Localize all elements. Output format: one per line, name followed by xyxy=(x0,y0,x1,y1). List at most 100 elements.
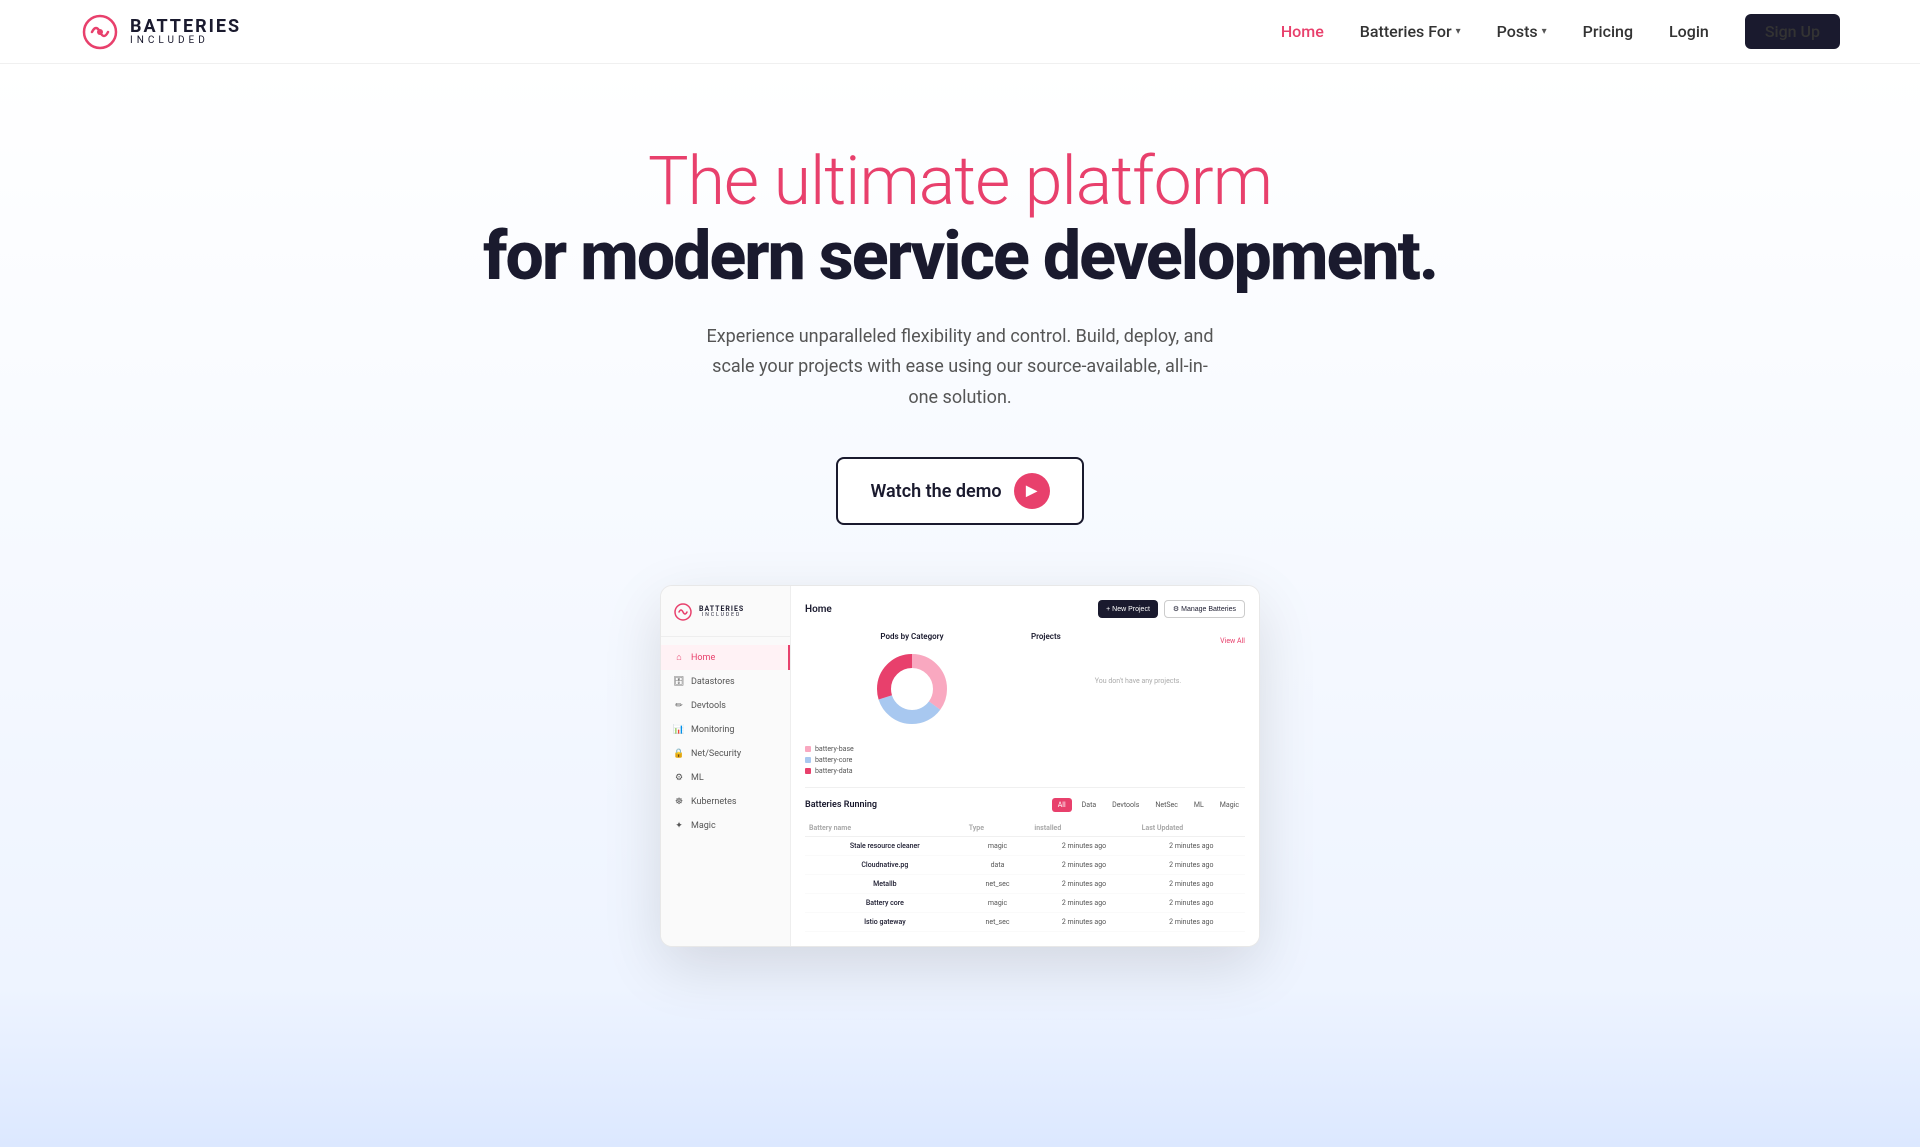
battery-name: Cloudnative.pg xyxy=(805,856,965,875)
logo-batteries: BATTERIES xyxy=(130,18,241,36)
table-row: Metallbnet_sec2 minutes ago2 minutes ago xyxy=(805,875,1245,894)
nav-links: Home Batteries For ▾ Posts ▾ Pricing Log… xyxy=(1281,22,1840,41)
hero-title-black: for modern service development. xyxy=(483,219,1437,294)
nav-dropdown-batteries[interactable]: Batteries For ▾ xyxy=(1360,22,1461,41)
donut-legend: battery-base battery-core battery-data xyxy=(805,745,854,775)
legend-dot-core xyxy=(805,757,811,763)
sidebar-item-kubernetes[interactable]: ☸Kubernetes xyxy=(661,790,790,814)
view-all-link[interactable]: View All xyxy=(1220,637,1245,645)
battery-updated: 2 minutes ago xyxy=(1138,837,1245,856)
battery-tab-netsec[interactable]: NetSec xyxy=(1149,798,1184,812)
sidebar-item-ml[interactable]: ⚙ML xyxy=(661,766,790,790)
dashboard-sidebar: BATTERIES INCLUDED ⌂Home🗄Datastores✏Devt… xyxy=(661,586,791,946)
pods-section: Pods by Category xyxy=(805,632,1019,775)
batteries-table: Battery nameTypeinstalledLast Updated St… xyxy=(805,820,1245,932)
sidebar-icon: 🔒 xyxy=(673,749,685,759)
battery-tab-ml[interactable]: ML xyxy=(1188,798,1210,812)
legend-base: battery-base xyxy=(805,745,854,753)
projects-header: Projects View All xyxy=(1031,632,1245,649)
table-row: Cloudnative.pgdata2 minutes ago2 minutes… xyxy=(805,856,1245,875)
sidebar-icon: ⚙ xyxy=(673,773,685,783)
new-project-button[interactable]: + New Project xyxy=(1098,600,1158,618)
dash-header: Home + New Project ⚙ Manage Batteries xyxy=(805,600,1245,618)
pods-title: Pods by Category xyxy=(880,632,943,641)
battery-updated: 2 minutes ago xyxy=(1138,894,1245,913)
legend-core: battery-core xyxy=(805,756,854,764)
legend-data: battery-data xyxy=(805,767,854,775)
table-row: Istio gatewaynet_sec2 minutes ago2 minut… xyxy=(805,913,1245,932)
battery-type: magic xyxy=(965,894,1031,913)
table-header: Battery nameTypeinstalledLast Updated xyxy=(805,820,1245,837)
batteries-tabs: All DataDevtools NetSec ML Magic xyxy=(1052,798,1245,812)
nav-link-signup[interactable]: Sign Up xyxy=(1745,14,1840,49)
watch-demo-button[interactable]: Watch the demo ▶ xyxy=(836,457,1083,525)
sidebar-item-magic[interactable]: ✦Magic xyxy=(661,814,790,838)
batteries-section: Batteries Running All DataDevtools NetSec M… xyxy=(805,787,1245,932)
projects-title: Projects xyxy=(1031,632,1061,641)
nav-item-posts[interactable]: Posts ▾ xyxy=(1497,22,1547,41)
chevron-down-icon-posts: ▾ xyxy=(1542,26,1547,37)
dash-sidebar-items: ⌂Home🗄Datastores✏Devtools📊Monitoring🔒Net… xyxy=(661,645,790,838)
sidebar-icon: ✏ xyxy=(673,701,685,711)
sidebar-icon: ✦ xyxy=(673,821,685,831)
battery-tab-magic[interactable]: Magic xyxy=(1214,798,1245,812)
dash-logo-text: BATTERIES INCLUDED xyxy=(699,606,744,618)
battery-name: Istio gateway xyxy=(805,913,965,932)
dashboard-main: Home + New Project ⚙ Manage Batteries Po… xyxy=(791,586,1259,946)
table-header-battery-name: Battery name xyxy=(805,820,965,837)
logo-included: INCLUDED xyxy=(130,36,241,46)
battery-type: net_sec xyxy=(965,875,1031,894)
dash-home-title: Home xyxy=(805,604,832,615)
battery-installed: 2 minutes ago xyxy=(1030,875,1137,894)
table-header-installed: installed xyxy=(1030,820,1137,837)
hero-section: The ultimate platform for modern service… xyxy=(0,64,1920,987)
sidebar-item-home[interactable]: ⌂Home xyxy=(661,645,790,670)
table-body: Stale resource cleanermagic2 minutes ago… xyxy=(805,837,1245,932)
sidebar-icon: 📊 xyxy=(673,725,685,735)
nav-item-signup[interactable]: Sign Up xyxy=(1745,22,1840,41)
battery-type: magic xyxy=(965,837,1031,856)
nav-item-batteries-for[interactable]: Batteries For ▾ xyxy=(1360,22,1461,41)
battery-tab-data[interactable]: Data xyxy=(1076,798,1103,812)
dash-logo-icon xyxy=(673,602,693,622)
no-projects-msg: You don't have any projects. xyxy=(1031,657,1245,705)
dash-two-col: Pods by Category xyxy=(805,632,1245,775)
logo[interactable]: BATTERIES INCLUDED xyxy=(80,12,241,52)
battery-updated: 2 minutes ago xyxy=(1138,856,1245,875)
nav-link-login[interactable]: Login xyxy=(1669,22,1709,41)
battery-installed: 2 minutes ago xyxy=(1030,837,1137,856)
batteries-header: Batteries Running All DataDevtools NetSec M… xyxy=(805,798,1245,812)
table-header-type: Type xyxy=(965,820,1031,837)
table-header-last-updated: Last Updated xyxy=(1138,820,1245,837)
cta-label: Watch the demo xyxy=(870,481,1001,502)
legend-dot-base xyxy=(805,746,811,752)
chevron-down-icon: ▾ xyxy=(1456,26,1461,37)
sidebar-item-net-security[interactable]: 🔒Net/Security xyxy=(661,742,790,766)
donut-chart xyxy=(872,649,952,733)
battery-tab-all[interactable]: All xyxy=(1052,798,1072,812)
navbar: BATTERIES INCLUDED Home Batteries For ▾ … xyxy=(0,0,1920,64)
nav-link-pricing[interactable]: Pricing xyxy=(1583,22,1633,41)
nav-link-home[interactable]: Home xyxy=(1281,22,1324,41)
sidebar-icon: ⌂ xyxy=(673,652,685,663)
battery-name: Battery core xyxy=(805,894,965,913)
batteries-title: Batteries Running xyxy=(805,800,877,810)
battery-name: Stale resource cleaner xyxy=(805,837,965,856)
nav-item-login[interactable]: Login xyxy=(1669,22,1709,41)
sidebar-item-monitoring[interactable]: 📊Monitoring xyxy=(661,718,790,742)
manage-batteries-button[interactable]: ⚙ Manage Batteries xyxy=(1164,600,1245,618)
battery-updated: 2 minutes ago xyxy=(1138,875,1245,894)
dashboard-preview: BATTERIES INCLUDED ⌂Home🗄Datastores✏Devt… xyxy=(660,585,1260,947)
sidebar-item-datastores[interactable]: 🗄Datastores xyxy=(661,670,790,694)
battery-type: net_sec xyxy=(965,913,1031,932)
play-icon: ▶ xyxy=(1014,473,1050,509)
sidebar-item-devtools[interactable]: ✏Devtools xyxy=(661,694,790,718)
nav-item-home[interactable]: Home xyxy=(1281,22,1324,41)
hero-title-pink: The ultimate platform xyxy=(648,144,1272,219)
logo-text: BATTERIES INCLUDED xyxy=(130,18,241,46)
nav-dropdown-posts[interactable]: Posts ▾ xyxy=(1497,22,1547,41)
nav-item-pricing[interactable]: Pricing xyxy=(1583,22,1633,41)
sidebar-icon: 🗄 xyxy=(673,677,685,687)
battery-tab-devtools[interactable]: Devtools xyxy=(1106,798,1145,812)
battery-name: Metallb xyxy=(805,875,965,894)
